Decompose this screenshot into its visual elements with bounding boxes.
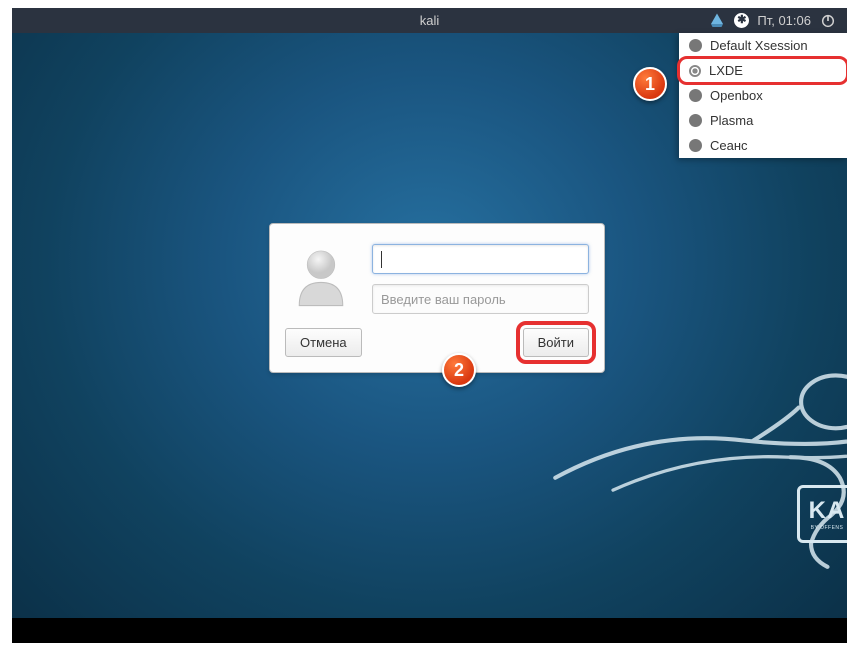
radio-icon <box>689 114 702 127</box>
session-item-lxde[interactable]: LXDE <box>677 56 847 85</box>
clock-label: Пт, 01:06 <box>757 13 811 28</box>
session-item-plasma[interactable]: Plasma <box>679 108 847 133</box>
user-avatar-icon <box>285 241 357 313</box>
username-input[interactable] <box>372 244 589 274</box>
radio-icon <box>689 39 702 52</box>
login-button[interactable]: Войти <box>523 328 589 357</box>
session-label: Default Xsession <box>710 38 808 53</box>
radio-icon <box>689 139 702 152</box>
session-label: LXDE <box>709 63 743 78</box>
top-bar: kali ✱ Пт, 01:06 <box>12 8 847 33</box>
topbar-right: ✱ Пт, 01:06 <box>708 12 847 30</box>
session-item-openbox[interactable]: Openbox <box>679 83 847 108</box>
bottom-bar <box>12 618 847 643</box>
password-input[interactable] <box>372 284 589 314</box>
login-screen: kali ✱ Пт, 01:06 Default Xsession LXDE O… <box>12 8 847 643</box>
session-menu: Default Xsession LXDE Openbox Plasma Сеа… <box>679 33 847 158</box>
kali-text-big: KA <box>809 497 846 525</box>
power-icon[interactable] <box>819 12 837 30</box>
cancel-button[interactable]: Отмена <box>285 328 362 357</box>
session-label: Plasma <box>710 113 753 128</box>
kali-text-small: BY OFFENS <box>811 525 844 531</box>
session-item-default-xsession[interactable]: Default Xsession <box>679 33 847 58</box>
hostname-label: kali <box>420 13 440 28</box>
login-panel: Отмена Войти <box>269 223 605 373</box>
session-selector-icon[interactable] <box>708 12 726 30</box>
annotation-marker-2: 2 <box>442 353 476 387</box>
kali-brand-box: KA BY OFFENS <box>797 485 847 543</box>
accessibility-icon[interactable]: ✱ <box>734 13 749 28</box>
session-label: Openbox <box>710 88 763 103</box>
login-button-highlight: Войти <box>516 321 596 364</box>
text-cursor <box>381 251 382 268</box>
radio-icon <box>689 65 701 77</box>
session-item-seance[interactable]: Сеанс <box>679 133 847 158</box>
annotation-marker-1: 1 <box>633 67 667 101</box>
session-label: Сеанс <box>710 138 748 153</box>
radio-icon <box>689 89 702 102</box>
